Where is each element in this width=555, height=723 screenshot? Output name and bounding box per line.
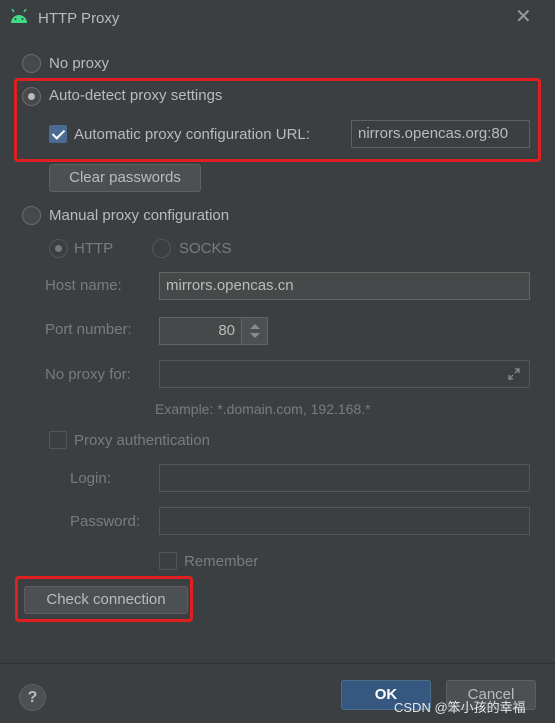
- no-proxy-for-label: No proxy for:: [45, 366, 131, 383]
- csdn-watermark: CSDN @笨小孩的幸福: [394, 700, 526, 715]
- auto-detect-radio[interactable]: [22, 87, 41, 106]
- check-connection-button[interactable]: Check connection: [24, 586, 188, 614]
- stepper-up-icon[interactable]: [250, 324, 260, 329]
- auto-config-url-input[interactable]: nirrors.opencas.org:80: [351, 120, 530, 148]
- auto-config-url-label[interactable]: Automatic proxy configuration URL:: [74, 126, 310, 143]
- login-input[interactable]: [159, 464, 530, 492]
- footer-divider: [0, 663, 555, 664]
- port-number-label: Port number:: [45, 321, 132, 338]
- manual-proxy-label[interactable]: Manual proxy configuration: [49, 207, 229, 224]
- stepper-down-icon[interactable]: [250, 333, 260, 338]
- password-label: Password:: [70, 513, 141, 530]
- manual-proxy-radio[interactable]: [22, 206, 41, 225]
- title-bar: HTTP Proxy ✕: [0, 0, 555, 40]
- login-label: Login:: [70, 470, 111, 487]
- proxy-auth-label[interactable]: Proxy authentication: [74, 432, 210, 449]
- close-icon[interactable]: ✕: [515, 7, 532, 27]
- port-number-input[interactable]: 80: [159, 317, 242, 345]
- remember-label[interactable]: Remember: [184, 553, 258, 570]
- no-proxy-example: Example: *.domain.com, 192.168.*: [155, 401, 371, 417]
- host-name-label: Host name:: [45, 277, 122, 294]
- host-name-input[interactable]: mirrors.opencas.cn: [159, 272, 530, 300]
- remember-checkbox[interactable]: [159, 552, 177, 570]
- password-input[interactable]: [159, 507, 530, 535]
- auto-config-url-checkbox[interactable]: [49, 125, 67, 143]
- no-proxy-label[interactable]: No proxy: [49, 55, 109, 72]
- android-icon: [11, 9, 27, 23]
- help-icon[interactable]: ?: [19, 684, 46, 711]
- auto-detect-label[interactable]: Auto-detect proxy settings: [49, 87, 222, 104]
- http-radio[interactable]: [49, 239, 68, 258]
- window-title: HTTP Proxy: [38, 10, 120, 27]
- no-proxy-radio[interactable]: [22, 54, 41, 73]
- socks-label[interactable]: SOCKS: [179, 240, 232, 257]
- port-stepper[interactable]: [241, 317, 268, 345]
- expand-icon[interactable]: [507, 367, 521, 381]
- no-proxy-for-input[interactable]: [159, 360, 530, 388]
- http-label[interactable]: HTTP: [74, 240, 113, 257]
- socks-radio[interactable]: [152, 239, 171, 258]
- proxy-auth-checkbox[interactable]: [49, 431, 67, 449]
- clear-passwords-button[interactable]: Clear passwords: [49, 164, 201, 192]
